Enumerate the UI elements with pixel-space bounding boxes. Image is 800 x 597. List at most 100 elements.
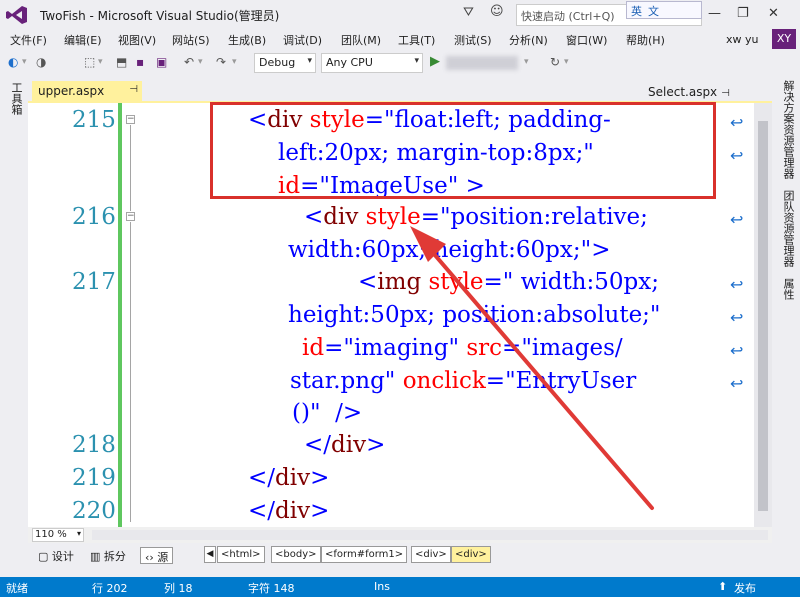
publish-button[interactable]: 发布: [734, 580, 756, 596]
refresh-icon[interactable]: ↻: [550, 55, 560, 69]
minimize-button[interactable]: —: [708, 6, 721, 21]
editor-horizontal-scrollbar[interactable]: [92, 530, 768, 540]
ime-label-2: 文: [648, 5, 659, 18]
user-name[interactable]: xw yu: [726, 33, 758, 46]
redo-icon[interactable]: ↷: [216, 55, 226, 69]
menu-analyze[interactable]: 分析(N): [509, 32, 548, 48]
breadcrumb-form[interactable]: <form#form1>: [321, 546, 408, 563]
start-debugging-icon[interactable]: ▶: [430, 54, 440, 69]
open-file-icon[interactable]: ⬒: [116, 55, 127, 69]
menu-website[interactable]: 网站(S): [172, 32, 210, 48]
undo-icon[interactable]: ↶: [184, 55, 194, 69]
menu-help[interactable]: 帮助(H): [626, 32, 665, 48]
menu-team[interactable]: 团队(M): [341, 32, 381, 48]
code-token: style: [358, 204, 421, 230]
scrollbar-thumb[interactable]: [758, 121, 768, 511]
solution-explorer-tab[interactable]: 解决方案资源管理器: [780, 80, 796, 179]
breadcrumb-html[interactable]: <html>: [217, 546, 265, 563]
navigate-back-icon[interactable]: ◐: [8, 55, 18, 69]
solution-configuration-select[interactable]: Debug ▾: [254, 53, 316, 73]
save-icon[interactable]: ▪: [136, 55, 144, 69]
right-tool-strip: 解决方案资源管理器 团队资源管理器 属性: [772, 76, 800, 577]
word-wrap-icon: ↩: [730, 113, 744, 132]
breadcrumb-prev-icon[interactable]: ◀: [204, 546, 216, 563]
new-dropdown-icon[interactable]: ▾: [98, 57, 103, 67]
code-line-217a: <img style=" width:50px;: [358, 269, 659, 295]
breadcrumb-div-selected[interactable]: <div>: [451, 546, 491, 563]
navigate-forward-icon[interactable]: ◑: [36, 55, 46, 69]
tab-select-aspx[interactable]: Select.aspx ⊣: [648, 85, 730, 99]
source-view-button[interactable]: ‹› 源: [140, 547, 174, 564]
menu-file[interactable]: 文件(F): [10, 32, 47, 48]
code-token: />: [320, 400, 363, 426]
change-tracking-bar: [118, 103, 122, 527]
code-line-217c: id="imaging" src="images/: [302, 335, 623, 361]
menu-window[interactable]: 窗口(W): [566, 32, 607, 48]
menu-tools[interactable]: 工具(T): [398, 32, 435, 48]
word-wrap-icon: ↩: [730, 374, 744, 393]
design-label: 设计: [51, 550, 74, 563]
refresh-dropdown-icon[interactable]: ▾: [564, 57, 569, 67]
pin-icon[interactable]: ⊣: [721, 88, 730, 99]
code-token: onclick: [395, 368, 486, 394]
properties-tab[interactable]: 属性: [780, 278, 796, 300]
code-token: </: [248, 498, 276, 524]
editor-vertical-scrollbar[interactable]: [754, 103, 772, 527]
status-column: 列 18: [164, 582, 193, 595]
menu-test[interactable]: 测试(S): [454, 32, 492, 48]
editor-bottom-strip: 110 % ▾: [28, 527, 772, 543]
annotation-highlight-box: [210, 102, 716, 199]
close-button[interactable]: ✕: [768, 6, 779, 21]
split-label: 拆分: [103, 550, 126, 563]
code-token: =: [485, 368, 506, 394]
menu-view[interactable]: 视图(V): [118, 32, 156, 48]
new-project-icon[interactable]: ⬚: [84, 55, 95, 69]
blurred-run-target[interactable]: [446, 56, 518, 70]
notification-flag-icon[interactable]: ⛛: [463, 5, 474, 20]
pin-icon[interactable]: ⊣: [129, 84, 138, 95]
line-number: 217: [72, 269, 116, 295]
solution-platform-select[interactable]: Any CPU ▾: [321, 53, 423, 73]
visual-studio-logo-icon: [6, 6, 27, 24]
word-wrap-icon: ↩: [730, 275, 744, 294]
back-dropdown-icon[interactable]: ▾: [22, 57, 27, 67]
tab-label: Select.aspx: [648, 85, 718, 99]
menu-edit[interactable]: 编辑(E): [64, 32, 102, 48]
line-number: 219: [72, 465, 116, 491]
configuration-value: Debug: [259, 56, 296, 69]
restore-button[interactable]: ❐: [737, 6, 749, 21]
feedback-icon[interactable]: ☺: [490, 4, 504, 19]
view-mode-bar: ▢ 设计 ▥ 拆分 ‹› 源 ◀ <html> <body> <form#for…: [28, 543, 772, 567]
code-line-219: </div>: [248, 465, 329, 491]
status-row: 行 202: [92, 582, 128, 595]
redo-dropdown-icon[interactable]: ▾: [232, 57, 237, 67]
code-token: div: [275, 498, 311, 524]
code-token: <: [304, 204, 324, 230]
code-token: >: [366, 432, 386, 458]
publish-icon[interactable]: ⬆: [718, 580, 727, 593]
team-explorer-tab[interactable]: 团队资源管理器: [780, 190, 796, 267]
code-token: =: [483, 269, 503, 295]
menu-build[interactable]: 生成(B): [228, 32, 266, 48]
tab-upper-aspx[interactable]: upper.aspx ⊣: [32, 81, 142, 102]
user-avatar[interactable]: XY: [772, 29, 796, 49]
split-view-button[interactable]: ▥ 拆分: [86, 547, 130, 564]
toolbox-tab[interactable]: 工具箱: [8, 82, 24, 115]
save-all-icon[interactable]: ▣: [156, 55, 167, 69]
ime-language-indicator[interactable]: 英文: [626, 1, 702, 19]
code-token: >: [310, 498, 330, 524]
code-line-216a: <div style="position:relative;: [304, 204, 648, 230]
menu-debug[interactable]: 调试(D): [283, 32, 322, 48]
undo-dropdown-icon[interactable]: ▾: [198, 57, 203, 67]
collapse-icon[interactable]: −: [126, 115, 135, 124]
breadcrumb-div[interactable]: <div>: [411, 546, 451, 563]
line-number: 216: [72, 204, 116, 230]
breadcrumb-body[interactable]: <body>: [271, 546, 321, 563]
design-view-button[interactable]: ▢ 设计: [34, 547, 78, 564]
line-number: 220: [72, 498, 116, 524]
collapse-icon[interactable]: −: [126, 212, 135, 221]
zoom-select[interactable]: 110 % ▾: [32, 528, 84, 542]
fold-guide: [130, 125, 131, 211]
run-target-dropdown-icon[interactable]: ▾: [524, 57, 529, 67]
code-token: =: [324, 335, 344, 361]
